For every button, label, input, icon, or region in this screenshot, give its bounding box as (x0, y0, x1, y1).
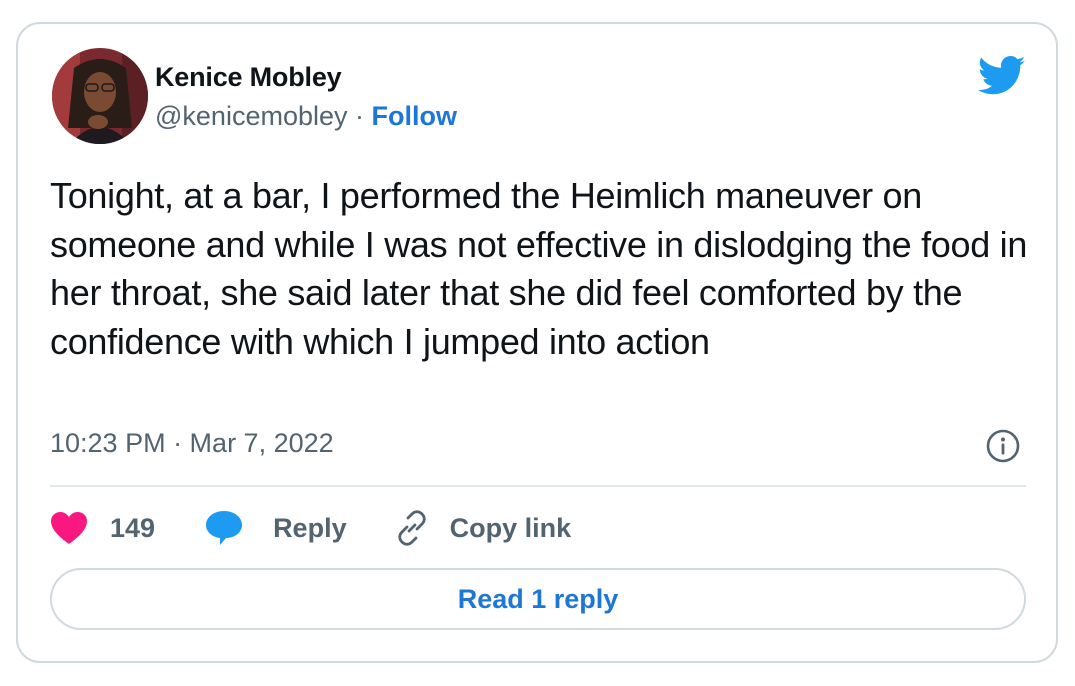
info-icon[interactable] (985, 428, 1021, 464)
follow-button[interactable]: Follow (372, 101, 457, 131)
reply-button[interactable]: Reply (205, 510, 347, 546)
read-replies-button[interactable]: Read 1 reply (50, 568, 1026, 630)
tweet-card: Kenice Mobley @kenicemobley · Follow Ton… (16, 22, 1058, 663)
link-icon (392, 508, 432, 548)
reply-label: Reply (273, 512, 347, 543)
avatar[interactable] (52, 48, 148, 144)
like-count: 149 (110, 512, 156, 543)
avatar-photo (52, 48, 148, 144)
like-button[interactable]: 149 (50, 511, 155, 545)
twitter-bird-icon[interactable] (977, 56, 1026, 96)
speech-bubble-icon (205, 510, 243, 546)
action-bar: 149 Reply Copy link (50, 504, 571, 552)
tweet-text: Tonight, at a bar, I performed the Heiml… (50, 175, 1028, 362)
author-handle[interactable]: @kenicemobley (155, 101, 348, 131)
handle-separator: · (347, 101, 372, 131)
author-handle-line: @kenicemobley · Follow (155, 101, 457, 132)
divider (50, 485, 1026, 487)
author-name[interactable]: Kenice Mobley (155, 62, 342, 93)
tweet-timestamp[interactable]: 10:23 PM · Mar 7, 2022 (50, 428, 334, 459)
heart-icon (50, 511, 88, 545)
copy-link-label: Copy link (449, 512, 572, 543)
copy-link-button[interactable]: Copy link (392, 508, 572, 548)
